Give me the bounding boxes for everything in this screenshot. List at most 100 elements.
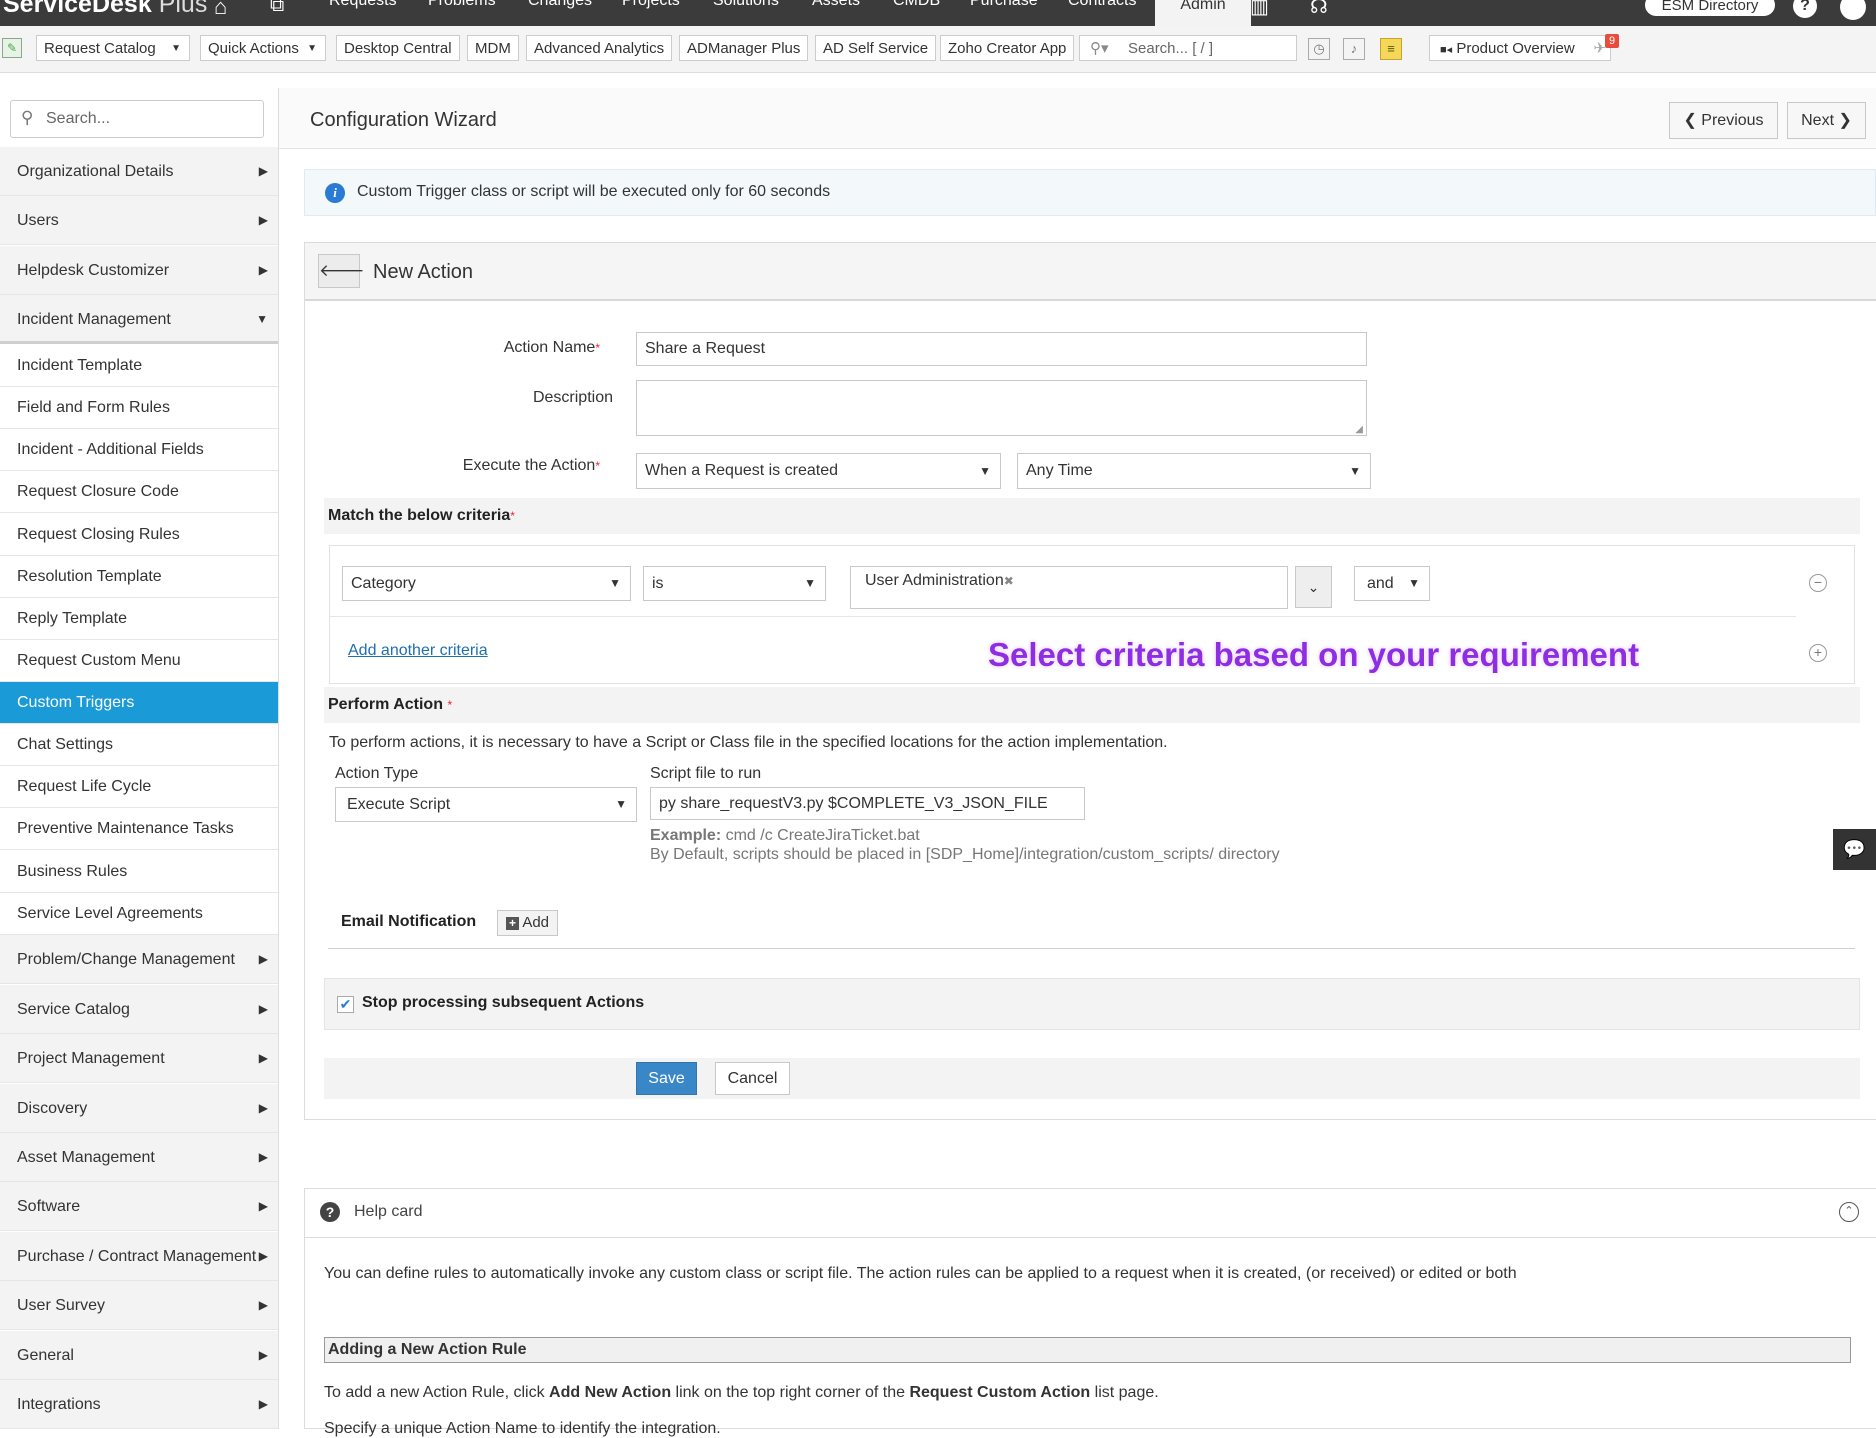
- script-file-label: Script file to run: [650, 765, 762, 782]
- sidebar-item-custom-triggers[interactable]: Custom Triggers: [0, 682, 278, 724]
- quick-actions-dropdown[interactable]: Quick Actions ▼: [200, 35, 326, 61]
- reports-icon[interactable]: ▥: [1250, 0, 1269, 19]
- sidebar-item-request-custom-menu[interactable]: Request Custom Menu: [0, 640, 278, 682]
- criteria-conjunction-value: and: [1367, 575, 1394, 592]
- remove-criteria-icon[interactable]: −: [1809, 574, 1827, 592]
- nav-changes[interactable]: Changes: [528, 0, 592, 10]
- global-search-input[interactable]: ⚲▾ Search... [ / ]: [1079, 35, 1297, 61]
- sidebar-item-incident-template[interactable]: Incident Template: [0, 345, 278, 387]
- admanager-plus-link[interactable]: ADManager Plus: [679, 35, 809, 61]
- sidebar-group-purchase-contract[interactable]: Purchase / Contract Management ▶: [0, 1232, 278, 1281]
- sidebar-item-resolution-template[interactable]: Resolution Template: [0, 556, 278, 598]
- collapse-up-icon[interactable]: ⌃: [1839, 1202, 1859, 1222]
- sidebar-group-user-survey[interactable]: User Survey ▶: [0, 1281, 278, 1330]
- tasks-icon[interactable]: ≡: [1380, 38, 1402, 60]
- execute-when-value: When a Request is created: [645, 462, 838, 479]
- save-button[interactable]: Save: [636, 1062, 697, 1095]
- sidebar-item-business-rules[interactable]: Business Rules: [0, 851, 278, 893]
- example-label: Example:: [650, 827, 722, 844]
- new-request-icon[interactable]: ✎: [2, 38, 22, 58]
- zoho-creator-link[interactable]: Zoho Creator App: [940, 35, 1075, 61]
- execute-when-select[interactable]: When a Request is created ▼: [636, 453, 1001, 489]
- request-catalog-dropdown[interactable]: Request Catalog ▼: [36, 35, 190, 61]
- add-another-criteria-link[interactable]: Add another criteria: [348, 642, 488, 660]
- email-add-label: Add: [522, 914, 550, 931]
- sidebar-item-request-closing-rules[interactable]: Request Closing Rules: [0, 514, 278, 556]
- next-button[interactable]: Next ❯: [1787, 102, 1866, 139]
- nav-purchase[interactable]: Purchase: [970, 0, 1038, 10]
- sidebar-group-project-management[interactable]: Project Management ▶: [0, 1034, 278, 1083]
- stop-processing-checkbox[interactable]: ✔: [337, 996, 354, 1013]
- sidebar-item-request-life-cycle[interactable]: Request Life Cycle: [0, 766, 278, 808]
- sidebar-group-general[interactable]: General ▶: [0, 1331, 278, 1380]
- script-file-input[interactable]: py share_requestV3.py $COMPLETE_V3_JSON_…: [650, 787, 1085, 820]
- esm-directory-button[interactable]: ESM Directory: [1645, 0, 1775, 16]
- sidebar-item-reply-template[interactable]: Reply Template: [0, 598, 278, 640]
- help-icon[interactable]: ?: [1793, 0, 1817, 18]
- cancel-button[interactable]: Cancel: [715, 1062, 790, 1095]
- sidebar-item-label: Purchase / Contract Management: [17, 1248, 257, 1265]
- sidebar-item-request-closure-code[interactable]: Request Closure Code: [0, 471, 278, 513]
- sidebar-group-users[interactable]: Users ▶: [0, 196, 278, 245]
- nav-projects[interactable]: Projects: [622, 0, 680, 10]
- previous-button[interactable]: ❮ Previous: [1669, 102, 1778, 139]
- chat-icon[interactable]: 💬: [1833, 829, 1876, 870]
- criteria-operator-select[interactable]: is ▼: [643, 566, 826, 601]
- sidebar-group-helpdesk-customizer[interactable]: Helpdesk Customizer ▶: [0, 246, 278, 295]
- sidebar-item-service-level-agreements[interactable]: Service Level Agreements: [0, 893, 278, 935]
- ad-self-service-link[interactable]: AD Self Service: [815, 35, 937, 61]
- resize-handle-icon[interactable]: ◢: [1355, 424, 1363, 435]
- criteria-conjunction-select[interactable]: and ▼: [1354, 566, 1430, 601]
- sidebar-group-service-catalog[interactable]: Service Catalog ▶: [0, 985, 278, 1034]
- bell-icon[interactable]: ♪: [1343, 38, 1365, 60]
- sidebar-group-incident-management[interactable]: Incident Management ▼: [0, 295, 278, 344]
- sidebar-item-chat-settings[interactable]: Chat Settings: [0, 724, 278, 766]
- sidebar-search-input[interactable]: ⚲ Search...: [10, 100, 264, 138]
- product-overview-button[interactable]: ■◂ Product Overview ✈: [1429, 35, 1611, 61]
- sidebar-group-asset-management[interactable]: Asset Management ▶: [0, 1133, 278, 1182]
- nav-problems[interactable]: Problems: [428, 0, 496, 10]
- sidebar-group-problem-change[interactable]: Problem/Change Management ▶: [0, 935, 278, 984]
- desktop-central-link[interactable]: Desktop Central: [336, 35, 460, 61]
- chevron-right-icon: ▶: [258, 1002, 268, 1016]
- nav-cmdb[interactable]: CMDB: [893, 0, 940, 10]
- expand-values-icon[interactable]: ⌄: [1295, 566, 1332, 608]
- criteria-value-multiselect[interactable]: User Administration✖: [850, 566, 1288, 609]
- remove-tag-icon[interactable]: ✖: [1004, 574, 1014, 588]
- nav-assets[interactable]: Assets: [812, 0, 860, 10]
- advanced-analytics-link[interactable]: Advanced Analytics: [526, 35, 673, 61]
- chevron-down-icon: ▼: [1349, 464, 1361, 478]
- sidebar-item-preventive-maintenance[interactable]: Preventive Maintenance Tasks: [0, 808, 278, 850]
- criteria-field-select[interactable]: Category ▼: [342, 566, 631, 601]
- description-textarea[interactable]: ◢: [636, 380, 1367, 436]
- chevron-down-icon: ▼: [615, 797, 627, 811]
- clock-icon[interactable]: ◷: [1308, 38, 1330, 60]
- sidebar-group-organizational-details[interactable]: Organizational Details ▶: [0, 147, 278, 196]
- nav-solutions[interactable]: Solutions: [713, 0, 779, 10]
- support-icon[interactable]: ☊: [1310, 0, 1328, 19]
- back-arrow-icon[interactable]: 🡐: [318, 254, 365, 288]
- action-name-input[interactable]: Share a Request: [636, 332, 1367, 366]
- sidebar-item-label: Software: [17, 1198, 81, 1215]
- help-instruction-line-2: Specify a unique Action Name to identify…: [324, 1420, 721, 1437]
- sidebar-item-label: Incident Management: [17, 311, 171, 328]
- criteria-section-header: Match the below criteria*: [324, 498, 1860, 534]
- video-icon: ■◂: [1440, 44, 1453, 56]
- create-icon[interactable]: ⧉: [270, 0, 284, 17]
- mdm-link[interactable]: MDM: [467, 35, 519, 61]
- home-icon[interactable]: ⌂: [214, 0, 227, 20]
- execute-time-select[interactable]: Any Time ▼: [1017, 453, 1371, 489]
- user-avatar-icon[interactable]: [1840, 0, 1866, 20]
- nav-contracts[interactable]: Contracts: [1068, 0, 1136, 10]
- sidebar-group-discovery[interactable]: Discovery ▶: [0, 1084, 278, 1133]
- email-add-button[interactable]: + Add: [497, 910, 558, 936]
- sidebar-item-incident-additional-fields[interactable]: Incident - Additional Fields: [0, 429, 278, 471]
- sidebar-item-field-form-rules[interactable]: Field and Form Rules: [0, 387, 278, 429]
- add-criteria-icon[interactable]: +: [1809, 644, 1827, 662]
- app-logo[interactable]: ServiceDesk Plus: [3, 0, 207, 19]
- nav-requests[interactable]: Requests: [329, 0, 397, 10]
- action-type-select[interactable]: Execute Script ▼: [335, 787, 637, 822]
- nav-admin[interactable]: Admin: [1155, 0, 1251, 26]
- sidebar-group-integrations[interactable]: Integrations ▶: [0, 1380, 278, 1429]
- sidebar-group-software[interactable]: Software ▶: [0, 1182, 278, 1231]
